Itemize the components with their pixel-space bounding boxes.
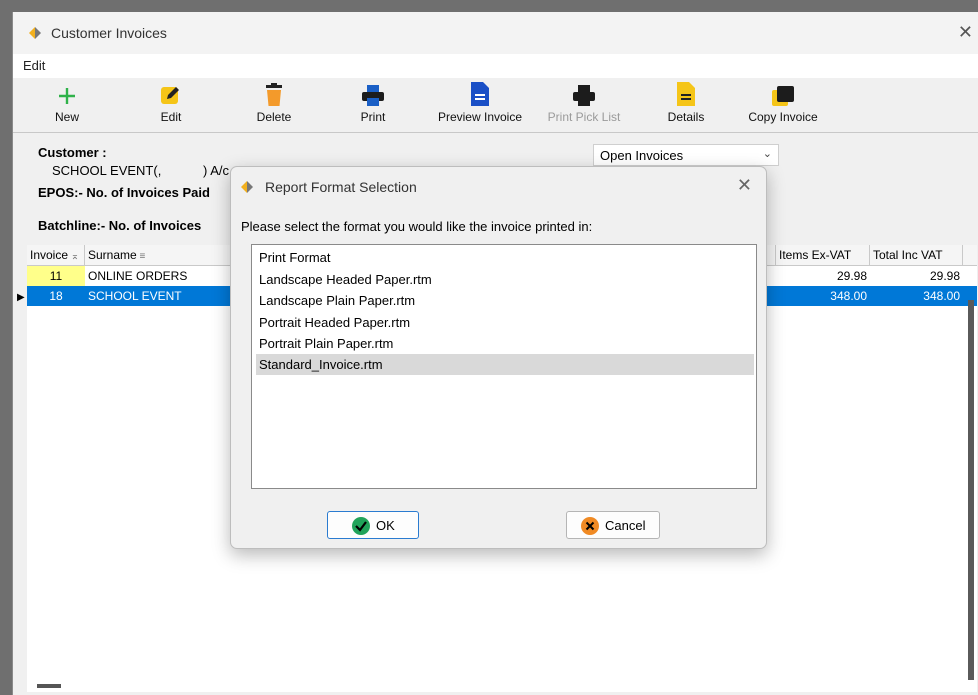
items-ex-vat-header-label: Items Ex-VAT [779,248,852,262]
dialog-prompt: Please select the format you would like … [241,219,593,234]
details-button[interactable]: Details [663,80,709,124]
format-listbox[interactable]: Print Format Landscape Headed Paper.rtm … [251,244,757,489]
items-ex-vat-cell: 29.98 [836,269,867,283]
app-icon [241,181,253,193]
dialog-title: Report Format Selection [265,179,417,195]
cancel-label: Cancel [605,518,646,533]
total-inc-vat-cell: 29.98 [929,269,960,283]
horizontal-scrollbar[interactable] [37,684,61,688]
print-label: Print [360,110,386,124]
pencil-icon [151,80,191,110]
cancel-button[interactable]: Cancel [566,511,660,539]
list-item[interactable]: Portrait Headed Paper.rtm [256,312,754,333]
invoice-filter-select[interactable]: Open Invoices ⌄ [593,144,779,166]
checkmark-icon [352,517,370,535]
copy-icon [733,80,833,110]
print-button[interactable]: Print [353,80,393,124]
edit-button[interactable]: Edit [151,80,191,124]
list-item[interactable]: Landscape Headed Paper.rtm [256,269,754,290]
filter-icon: ≡ [136,251,146,262]
print-pick-list-label: Print Pick List [547,110,621,124]
document-icon [431,80,529,110]
list-item[interactable]: Print Format [256,247,754,268]
ok-label: OK [376,518,395,533]
column-header-items-ex-vat[interactable]: Items Ex-VAT [775,245,870,265]
plus-icon [47,80,87,110]
customer-account: ) A/c [203,163,230,178]
total-inc-vat-cell: 348.00 [923,289,960,303]
delete-label: Delete [256,110,292,124]
menu-bar: Edit [13,54,978,78]
details-icon [663,80,709,110]
invoice-filter-value: Open Invoices [600,148,684,163]
window-close-button[interactable]: ✕ [958,22,973,43]
title-bar: Customer Invoices ✕ [13,12,978,54]
copy-invoice-label: Copy Invoice [748,110,818,124]
dialog-close-button[interactable]: ✕ [737,175,752,196]
preview-invoice-label: Preview Invoice [437,110,523,124]
new-button[interactable]: New [47,80,87,124]
window-title: Customer Invoices [51,25,167,41]
list-item-selected[interactable]: Standard_Invoice.rtm [256,354,754,375]
app-icon [29,27,41,39]
toolbar-divider [13,132,978,133]
invoice-number-cell: 18 [49,289,63,303]
surname-cell: SCHOOL EVENT [88,289,182,303]
printer-icon [353,80,393,110]
report-format-dialog: Report Format Selection ✕ Please select … [230,166,767,549]
invoice-header-label: Invoice [30,248,69,262]
preview-invoice-button[interactable]: Preview Invoice [431,80,529,124]
invoice-number-cell: 11 [27,266,85,286]
customer-name: SCHOOL EVENT(, [52,163,162,178]
epos-invoices-paid: EPOS:- No. of Invoices Paid [38,185,210,200]
vertical-scrollbar[interactable] [968,300,974,680]
sort-asc-icon: ⌅ [68,251,80,262]
delete-button[interactable]: Delete [249,80,299,124]
printer-icon [539,80,629,110]
print-pick-list-button[interactable]: Print Pick List [539,80,629,124]
customer-label: Customer : [38,145,107,160]
ok-button[interactable]: OK [327,511,419,539]
edit-label: Edit [160,110,182,124]
new-label: New [54,110,79,124]
surname-header-label: Surname [88,248,137,262]
row-pointer-icon: ▶ [17,292,25,303]
total-inc-vat-header-label: Total Inc VAT [873,248,943,262]
details-label: Details [667,110,705,124]
items-ex-vat-cell: 348.00 [830,289,867,303]
column-header-invoice[interactable]: Invoice ⌅ [27,245,85,265]
list-item[interactable]: Portrait Plain Paper.rtm [256,333,754,354]
cancel-icon [581,517,599,535]
chevron-down-icon: ⌄ [762,148,772,160]
batchline-invoices: Batchline:- No. of Invoices [38,218,202,233]
trash-icon [249,80,299,110]
toolbar: New Edit Delete Print Preview Invoice Pr… [13,78,978,132]
copy-invoice-button[interactable]: Copy Invoice [733,80,833,124]
menu-edit[interactable]: Edit [23,58,45,73]
surname-cell: ONLINE ORDERS [88,269,188,283]
column-header-surname[interactable]: Surname ≡ [85,245,235,265]
list-item[interactable]: Landscape Plain Paper.rtm [256,290,754,311]
column-header-total-inc-vat[interactable]: Total Inc VAT [870,245,963,265]
